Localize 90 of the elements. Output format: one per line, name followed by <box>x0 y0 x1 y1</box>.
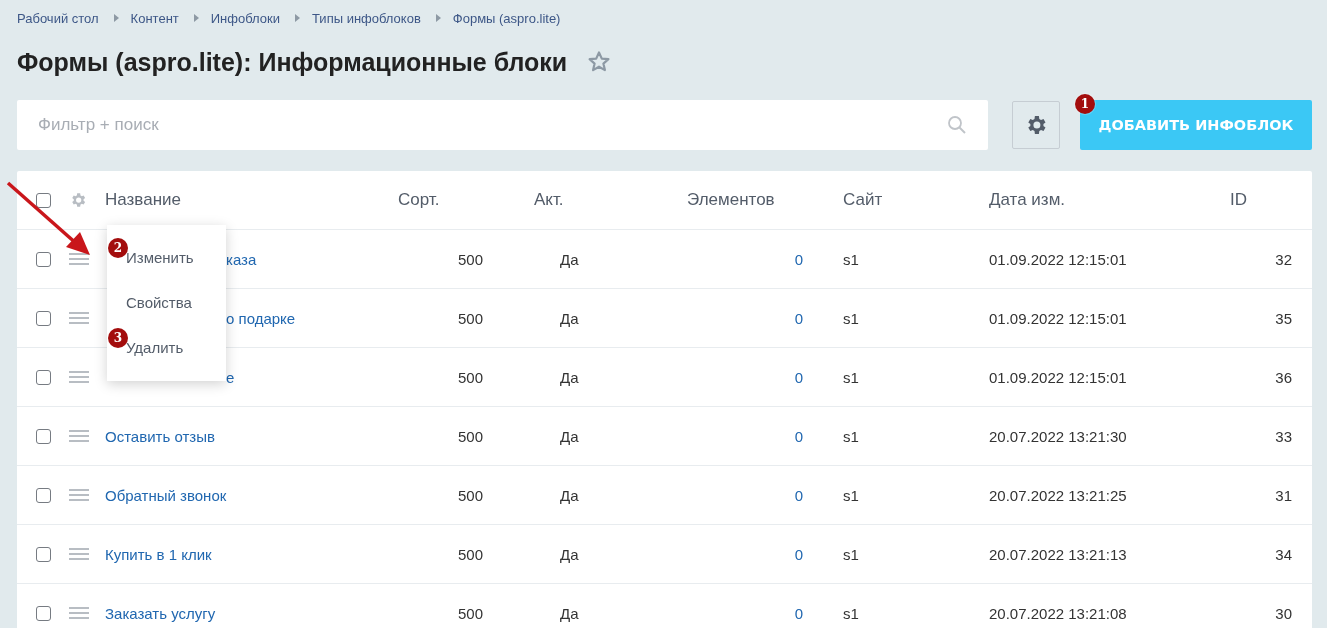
table-cell: Да <box>560 486 579 504</box>
column-header[interactable]: Акт. <box>534 190 564 210</box>
table-cell: 500 <box>457 545 483 563</box>
checkbox[interactable] <box>36 251 51 267</box>
table-cell: 34 <box>1275 545 1292 563</box>
drag-handle-icon[interactable] <box>69 252 89 266</box>
number-badge: 1 <box>1075 94 1095 114</box>
table-cell: 31 <box>1275 486 1292 504</box>
element-count-link[interactable]: 0 <box>794 250 803 268</box>
table-cell: 500 <box>457 427 483 445</box>
table-cell: s1 <box>843 486 859 504</box>
settings-button[interactable] <box>1012 101 1060 149</box>
table-cell: 500 <box>457 368 483 386</box>
table-cell: Да <box>560 309 579 327</box>
drag-handle-icon[interactable] <box>69 311 89 325</box>
separator-icon <box>193 14 199 22</box>
checkbox[interactable] <box>36 605 51 621</box>
drag-handle-icon[interactable] <box>69 547 89 561</box>
number-badge: 3 <box>108 328 128 348</box>
star-icon[interactable] <box>587 50 612 74</box>
separator-icon <box>295 14 300 22</box>
table-cell: 20.07.2022 13:21:13 <box>989 545 1127 563</box>
infoblock-link[interactable]: Заказать услугу <box>105 604 216 622</box>
column-header[interactable]: Элементов <box>687 190 775 210</box>
breadcrumb-link[interactable]: Контент <box>130 10 179 26</box>
drag-handle-icon[interactable] <box>69 429 89 443</box>
table-cell: s1 <box>843 250 859 268</box>
column-header[interactable]: ID <box>1230 190 1247 210</box>
element-count-link[interactable]: 0 <box>794 309 803 327</box>
table-cell: 500 <box>457 309 483 327</box>
menu-item[interactable]: Изменить 2 <box>107 235 226 280</box>
menu-item[interactable]: Удалить 3 <box>107 325 226 370</box>
table-cell: Да <box>560 604 579 622</box>
table-cell: 20.07.2022 13:21:25 <box>989 486 1127 504</box>
checkbox[interactable] <box>36 192 51 208</box>
drag-handle-icon[interactable] <box>69 488 89 502</box>
table-cell: 01.09.2022 12:15:01 <box>989 250 1127 268</box>
drag-handle-icon[interactable] <box>69 606 89 620</box>
infoblock-link[interactable]: о подарке <box>226 309 296 327</box>
table-cell: 32 <box>1275 250 1292 268</box>
checkbox[interactable] <box>36 428 51 444</box>
number-badge: 2 <box>108 238 128 258</box>
column-header[interactable]: Название <box>105 190 181 210</box>
element-count-link[interactable]: 0 <box>794 545 803 563</box>
checkbox[interactable] <box>36 310 51 326</box>
breadcrumb-link[interactable]: Типы инфоблоков <box>312 10 421 26</box>
page-title: Формы (aspro.lite): Информационные блоки <box>17 47 568 77</box>
table-cell: Да <box>560 250 579 268</box>
table-cell: s1 <box>843 604 859 622</box>
column-header[interactable]: Дата изм. <box>989 190 1066 210</box>
table-cell: 30 <box>1275 604 1292 622</box>
element-count-link[interactable]: 0 <box>794 368 803 386</box>
element-count-link[interactable]: 0 <box>794 486 803 504</box>
table-cell: s1 <box>843 427 859 445</box>
table-cell: 01.09.2022 12:15:01 <box>989 368 1127 386</box>
table-cell: 01.09.2022 12:15:01 <box>989 309 1127 327</box>
table-cell: Да <box>560 427 579 445</box>
infoblock-link[interactable]: Оставить отзыв <box>105 427 215 445</box>
drag-handle-icon[interactable] <box>69 370 89 384</box>
infoblock-link[interactable]: е <box>226 368 235 386</box>
checkbox[interactable] <box>36 487 51 503</box>
checkbox[interactable] <box>36 369 51 385</box>
element-count-link[interactable]: 0 <box>794 604 803 622</box>
table-cell: 500 <box>457 250 483 268</box>
infoblock-link[interactable]: Купить в 1 клик <box>105 545 212 563</box>
breadcrumb-link[interactable]: Инфоблоки <box>210 10 280 26</box>
table-cell: Да <box>560 545 579 563</box>
table-cell: s1 <box>843 545 859 563</box>
separator-icon <box>435 14 441 22</box>
column-header[interactable]: Сорт. <box>398 190 440 210</box>
breadcrumb-link[interactable]: Рабочий стол <box>17 10 99 26</box>
element-count-link[interactable]: 0 <box>794 427 803 445</box>
table-cell: Да <box>560 368 579 386</box>
breadcrumb-link[interactable]: Формы (aspro.lite) <box>452 10 561 26</box>
column-header[interactable]: Сайт <box>843 190 883 210</box>
filter-search-field[interactable]: Фильтр + поиск <box>17 100 988 150</box>
table-cell: s1 <box>843 309 859 327</box>
table-cell: s1 <box>843 368 859 386</box>
table-cell: 500 <box>457 486 483 504</box>
table-cell: 33 <box>1275 427 1292 445</box>
checkbox[interactable] <box>36 546 51 562</box>
table-cell: 36 <box>1275 368 1292 386</box>
infoblock-link[interactable]: Обратный звонок <box>105 486 227 504</box>
table-cell: 20.07.2022 13:21:30 <box>989 427 1127 445</box>
table-cell: 35 <box>1275 309 1292 327</box>
table-cell: 500 <box>457 604 483 622</box>
table-cell: 20.07.2022 13:21:08 <box>989 604 1127 622</box>
separator-icon <box>113 14 119 22</box>
menu-item[interactable]: Свойства <box>107 280 226 325</box>
infoblock-link[interactable]: каза <box>226 250 257 268</box>
